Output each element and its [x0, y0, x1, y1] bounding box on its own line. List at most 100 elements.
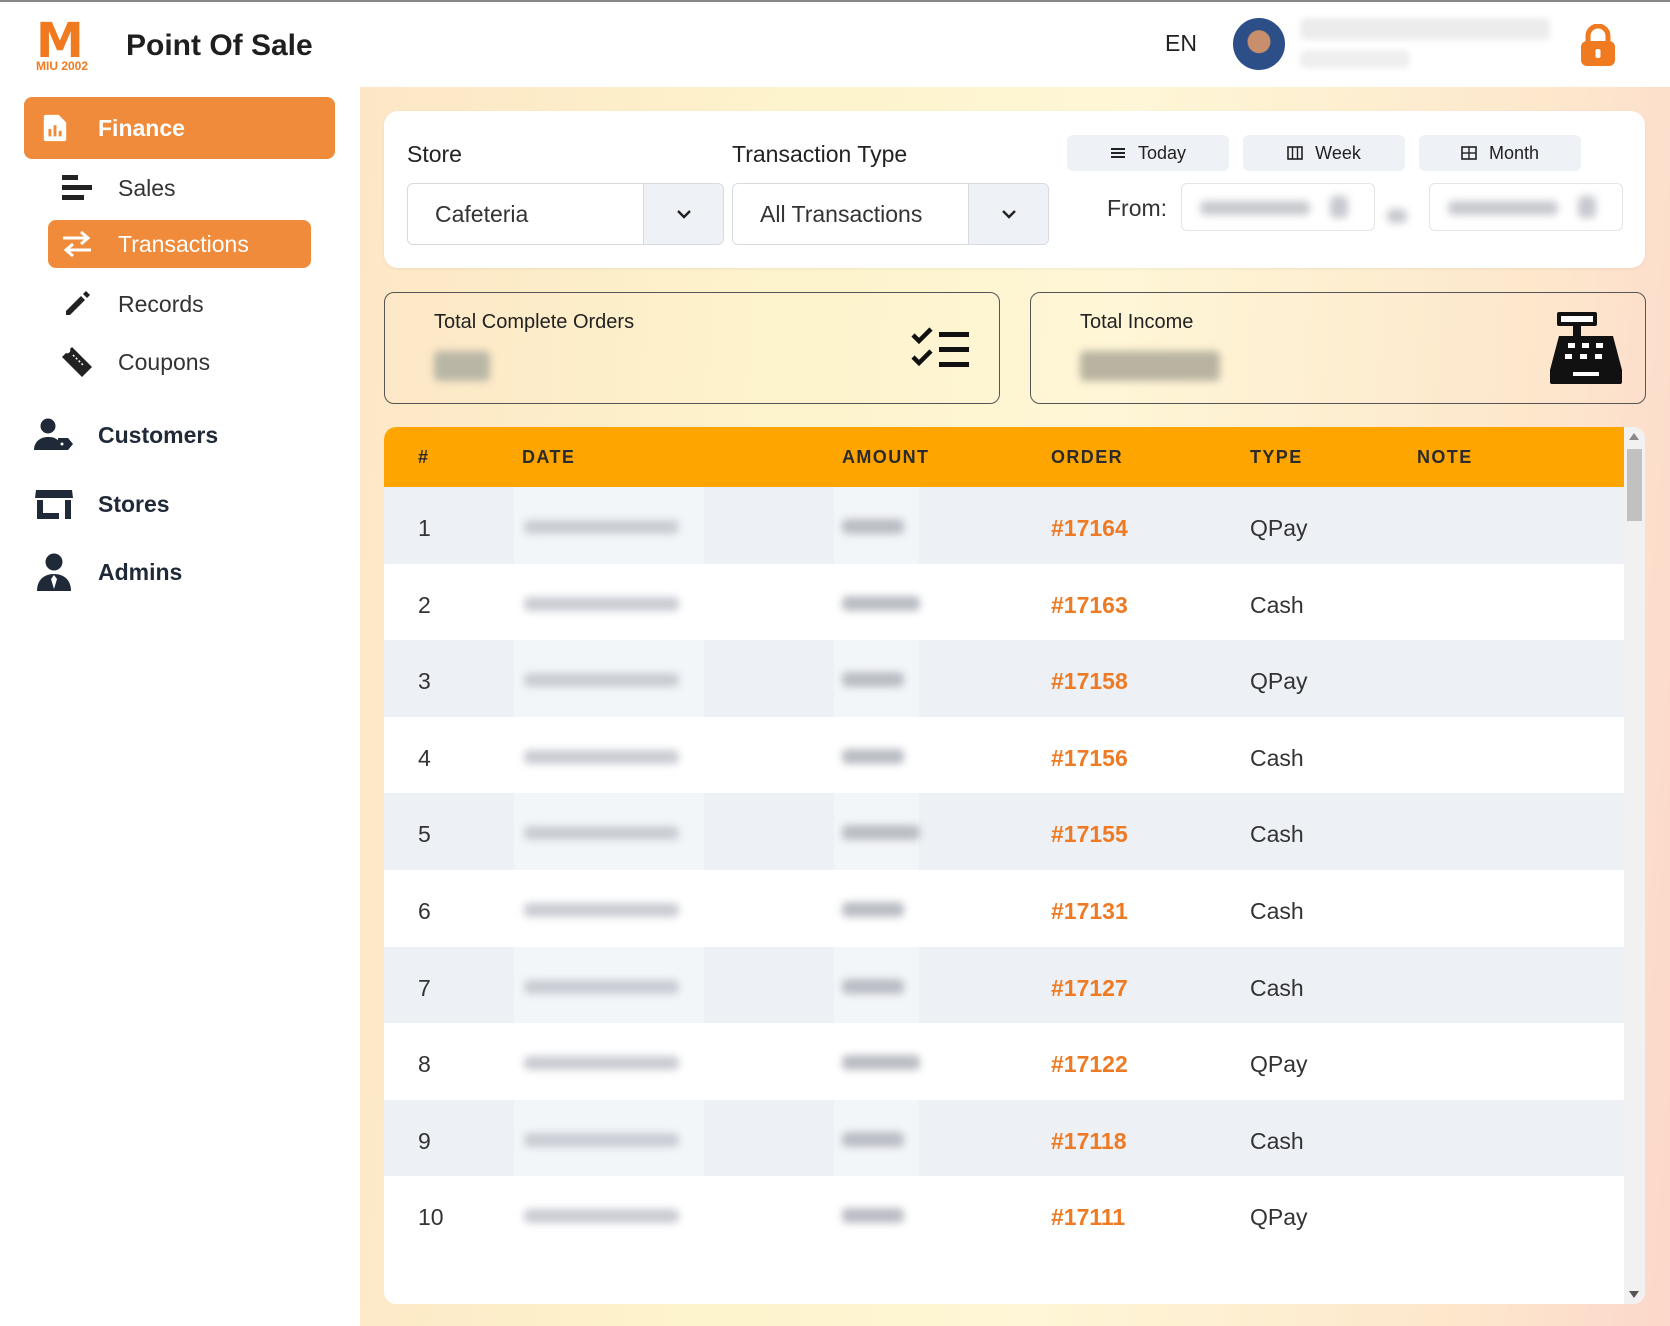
chart-file-icon — [43, 114, 67, 142]
row-number: 8 — [418, 1051, 431, 1078]
order-link[interactable]: #17122 — [1051, 1023, 1128, 1105]
order-link[interactable]: #17111 — [1051, 1176, 1125, 1258]
chevron-down-icon[interactable] — [968, 184, 1048, 244]
table-row[interactable]: 7 #17127 Cash — [384, 946, 1624, 1029]
today-button[interactable]: Today — [1067, 135, 1229, 171]
sidebar-item-sales[interactable]: Sales — [48, 163, 311, 213]
store-select-value: Cafeteria — [435, 200, 529, 227]
avatar[interactable] — [1233, 18, 1285, 70]
scroll-down-arrow-icon[interactable] — [1629, 1291, 1639, 1298]
order-link[interactable]: #17163 — [1051, 564, 1128, 646]
sidebar-item-records[interactable]: Records — [48, 279, 311, 329]
total-income-title: Total Income — [1080, 311, 1194, 333]
sidebar-item-transactions[interactable]: Transactions — [48, 220, 311, 268]
from-date-input[interactable] — [1181, 183, 1375, 231]
calendar-icon[interactable] — [1330, 196, 1348, 218]
table-row[interactable]: 8 #17122 QPay — [384, 1023, 1624, 1106]
row-number: 1 — [418, 515, 431, 541]
sidebar-item-label: Transactions — [118, 230, 249, 257]
lock-icon[interactable] — [1578, 24, 1618, 66]
row-number: 6 — [418, 898, 431, 924]
total-orders-value-redacted — [434, 351, 490, 381]
row-number: 5 — [418, 821, 431, 848]
col-header-date[interactable]: DATE — [522, 427, 575, 487]
payment-type: Cash — [1250, 1127, 1304, 1154]
amount-cell-redacted — [834, 793, 920, 876]
amount-cell-redacted — [834, 870, 919, 952]
order-link[interactable]: #17164 — [1051, 487, 1128, 569]
col-header-amount[interactable]: AMOUNT — [842, 427, 929, 487]
sidebar-item-admins[interactable]: Admins — [34, 547, 182, 597]
user-role-redacted — [1300, 50, 1410, 68]
total-orders-title: Total Complete Orders — [434, 311, 635, 333]
top-header: EN — [360, 2, 1670, 87]
payment-type: QPay — [1250, 668, 1308, 695]
sidebar-item-stores[interactable]: Stores — [34, 479, 170, 529]
store-label: Store — [407, 141, 462, 167]
col-header-order[interactable]: ORDER — [1051, 427, 1123, 487]
scroll-up-arrow-icon[interactable] — [1629, 433, 1639, 440]
payment-type: QPay — [1250, 515, 1308, 541]
to-date-input[interactable] — [1429, 183, 1623, 231]
col-header-type[interactable]: TYPE — [1250, 427, 1303, 487]
sidebar-item-label: Stores — [98, 490, 170, 517]
table-row[interactable]: 2 #17163 Cash — [384, 563, 1624, 646]
order-link[interactable]: #17156 — [1051, 717, 1128, 799]
sidebar-item-coupons[interactable]: Coupons — [48, 337, 311, 387]
store-select[interactable]: Cafeteria — [407, 183, 724, 245]
sidebar-item-customers[interactable]: Customers — [34, 410, 218, 460]
payment-type: QPay — [1250, 1204, 1308, 1231]
date-cell-redacted — [514, 716, 704, 799]
order-link[interactable]: #17131 — [1051, 870, 1128, 952]
payment-type: Cash — [1250, 744, 1304, 771]
col-header-number[interactable]: # — [418, 427, 429, 487]
order-link[interactable]: #17155 — [1051, 793, 1128, 875]
table-scrollbar[interactable] — [1624, 427, 1645, 1304]
table-row[interactable]: 3 #17158 QPay — [384, 640, 1624, 723]
date-cell-redacted — [514, 563, 704, 646]
chevron-down-icon[interactable] — [643, 184, 723, 244]
table-row[interactable]: 6 #17131 Cash — [384, 870, 1624, 952]
sidebar-item-label: Customers — [98, 421, 219, 448]
table-row[interactable]: 1 #17164 QPay — [384, 487, 1624, 569]
table-row[interactable]: 4 #17156 Cash — [384, 716, 1624, 799]
sidebar-item-label: Admins — [98, 558, 183, 585]
total-income-card: Total Income — [1030, 292, 1646, 404]
checklist-icon — [911, 327, 969, 367]
transaction-type-select[interactable]: All Transactions — [732, 183, 1049, 245]
filter-panel: Store Cafeteria Transaction Type All Tra… — [384, 111, 1645, 268]
col-header-note[interactable]: NOTE — [1417, 427, 1473, 487]
table-header: # DATE AMOUNT ORDER TYPE NOTE — [384, 427, 1624, 487]
sidebar-item-finance[interactable]: Finance — [24, 97, 335, 159]
from-label: From: — [1107, 195, 1168, 221]
user-tag-icon — [34, 417, 74, 453]
date-cell-redacted — [514, 1099, 704, 1182]
today-label: Today — [1137, 142, 1187, 163]
swap-arrows-icon — [60, 229, 94, 259]
order-link[interactable]: #17118 — [1051, 1100, 1126, 1182]
table-row[interactable]: 10 #17111 QPay — [384, 1176, 1624, 1259]
row-number: 7 — [418, 974, 431, 1001]
month-button[interactable]: Month — [1419, 135, 1581, 171]
amount-cell-redacted — [834, 716, 919, 799]
table-row[interactable]: 5 #17155 Cash — [384, 793, 1624, 876]
list-icon — [1110, 148, 1125, 158]
scroll-thumb[interactable] — [1627, 449, 1642, 521]
week-button[interactable]: Week — [1243, 135, 1405, 171]
brand[interactable]: M MIU 2002 Point Of Sale — [36, 17, 313, 74]
row-number: 9 — [418, 1127, 431, 1154]
date-cell-redacted — [514, 870, 704, 952]
store-icon — [34, 486, 74, 522]
order-link[interactable]: #17158 — [1051, 640, 1128, 722]
language-switcher[interactable]: EN — [1165, 30, 1197, 57]
month-grid-icon — [1461, 146, 1477, 160]
total-income-value-redacted — [1080, 351, 1220, 381]
calendar-icon[interactable] — [1578, 196, 1596, 218]
payment-type: QPay — [1250, 1051, 1308, 1078]
week-grid-icon — [1287, 146, 1303, 160]
date-cell-redacted — [514, 1176, 704, 1259]
row-number: 4 — [418, 744, 431, 771]
main-content: Store Cafeteria Transaction Type All Tra… — [360, 87, 1670, 1326]
table-row[interactable]: 9 #17118 Cash — [384, 1099, 1624, 1182]
order-link[interactable]: #17127 — [1051, 947, 1128, 1029]
